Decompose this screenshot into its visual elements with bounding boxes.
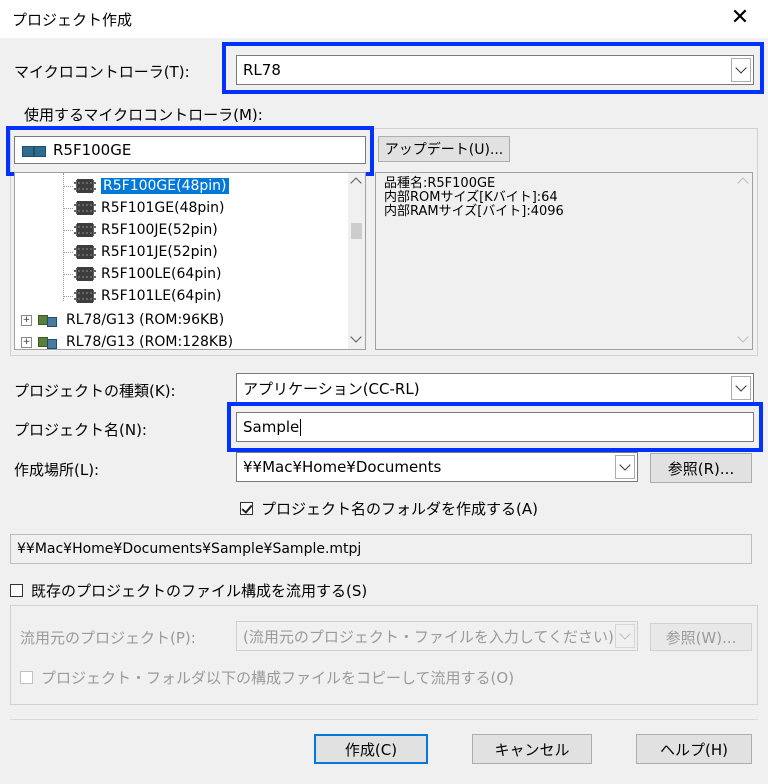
make-folder-checkbox[interactable] (240, 502, 253, 515)
mcu-search-value: R5F100GE (53, 141, 132, 159)
text-cursor (300, 418, 302, 436)
cancel-button[interactable]: キャンセル (472, 734, 592, 764)
list-item[interactable]: + RL78/G13 (ROM:96KB) (21, 309, 224, 331)
scroll-down-icon[interactable] (737, 331, 749, 343)
tree-item-label: R5F100JE(52pin) (101, 222, 218, 238)
project-name-label: プロジェクト名(N): (14, 421, 147, 439)
info-line: 内部RAMサイズ[バイト]:4096 (384, 204, 564, 219)
location-value: ¥¥Mac¥Home¥Documents (243, 458, 442, 476)
info-line: 内部ROMサイズ[Kバイト]:64 (384, 190, 558, 205)
list-item[interactable]: R5F100LE(64pin) (15, 263, 221, 285)
tree-item-label: R5F101JE(52pin) (101, 244, 218, 260)
chevron-down-icon[interactable] (615, 624, 635, 648)
tree-scrollbar[interactable] (348, 173, 365, 349)
board-icon (38, 312, 60, 328)
reuse-checkbox[interactable] (10, 584, 23, 597)
path-preview-field: ¥¥Mac¥Home¥Documents¥Sample¥Sample.mtpj (10, 534, 752, 564)
project-name-input[interactable]: Sample (236, 412, 754, 442)
chip-icon (74, 289, 96, 303)
mcu-tree-list[interactable]: R5F100GE(48pin) R5F101GE(48pin) R5F100JE… (14, 172, 366, 350)
expand-icon[interactable]: + (21, 336, 32, 348)
scroll-up-icon[interactable] (350, 177, 362, 189)
binoculars-icon (21, 142, 47, 158)
expand-icon[interactable]: + (21, 314, 32, 326)
list-item[interactable]: R5F101LE(64pin) (15, 285, 221, 307)
make-folder-label: プロジェクト名のフォルダを作成する(A) (261, 500, 538, 518)
tree-group-label: RL78/G13 (ROM:96KB) (66, 312, 225, 328)
chevron-down-icon[interactable] (731, 376, 751, 400)
window-title: プロジェクト作成 (12, 11, 133, 29)
tree-item-label: R5F101GE(48pin) (101, 200, 225, 216)
reuse-checkbox-row[interactable]: 既存のプロジェクトのファイル構成を流用する(S) (10, 580, 367, 601)
help-button[interactable]: ヘルプ(H) (636, 734, 752, 764)
chevron-down-icon[interactable] (615, 455, 635, 479)
mcu-label: マイクロコントローラ(T): (14, 63, 190, 81)
mcu-search-input[interactable]: R5F100GE (14, 136, 366, 164)
project-type-label: プロジェクトの種類(K): (14, 382, 176, 400)
divider (10, 719, 758, 720)
location-label: 作成場所(L): (14, 461, 100, 479)
reuse-group-panel (10, 605, 758, 705)
create-button[interactable]: 作成(C) (314, 734, 428, 764)
mcu-info-box: 品種名:R5F100GE 内部ROMサイズ[Kバイト]:64 内部RAMサイズ[… (375, 172, 753, 350)
project-name-value: Sample (243, 418, 300, 436)
list-item[interactable]: R5F101GE(48pin) (15, 197, 225, 219)
tree-item-label: R5F100LE(64pin) (101, 266, 222, 282)
chip-icon (74, 201, 96, 215)
mcu-value: RL78 (243, 61, 281, 79)
use-mcu-label: 使用するマイクロコントローラ(M): (24, 106, 263, 124)
tree-item-label: R5F101LE(64pin) (101, 288, 222, 304)
scroll-down-icon[interactable] (350, 331, 362, 343)
copy-files-checkbox-row[interactable]: プロジェクト・フォルダ以下の構成ファイルをコピーして流用する(O) (20, 667, 514, 688)
project-type-select[interactable]: アプリケーション(CC-RL) (236, 373, 754, 403)
copy-files-label: プロジェクト・フォルダ以下の構成ファイルをコピーして流用する(O) (41, 669, 515, 687)
source-project-label: 流用元のプロジェクト(P): (20, 629, 196, 647)
browse-location-button[interactable]: 参照(R)... (650, 453, 752, 483)
list-item[interactable]: R5F100GE(48pin) (15, 175, 229, 197)
copy-files-checkbox[interactable] (20, 671, 33, 684)
mcu-combobox[interactable]: RL78 (236, 55, 754, 85)
source-project-placeholder: (流用元のプロジェクト・ファイルを入力してください) (243, 627, 614, 646)
source-project-input[interactable]: (流用元のプロジェクト・ファイルを入力してください) (236, 621, 638, 651)
board-icon (38, 334, 60, 349)
info-scrollbar[interactable] (735, 173, 752, 349)
scroll-thumb[interactable] (351, 223, 362, 239)
tree-item-label: R5F100GE(48pin) (101, 178, 229, 194)
update-button[interactable]: アップデート(U)... (378, 136, 510, 162)
project-type-value: アプリケーション(CC-RL) (243, 379, 420, 398)
tree-group-label: RL78/G13 (ROM:128KB) (66, 334, 234, 350)
chevron-down-icon[interactable] (731, 58, 751, 82)
reuse-label: 既存のプロジェクトのファイル構成を流用する(S) (31, 582, 368, 600)
chip-icon (74, 179, 96, 193)
scroll-up-icon[interactable] (737, 177, 749, 189)
browse-source-button[interactable]: 参照(W)... (650, 623, 752, 651)
location-combobox[interactable]: ¥¥Mac¥Home¥Documents (236, 452, 638, 482)
chip-icon (74, 267, 96, 281)
close-icon[interactable]: ✕ (726, 4, 754, 32)
list-item[interactable]: R5F101JE(52pin) (15, 241, 218, 263)
chip-icon (74, 223, 96, 237)
chip-icon (74, 245, 96, 259)
make-folder-checkbox-row[interactable]: プロジェクト名のフォルダを作成する(A) (240, 498, 538, 519)
list-item[interactable]: + RL78/G13 (ROM:128KB) (21, 331, 234, 350)
info-line: 品種名:R5F100GE (384, 176, 496, 191)
path-preview-value: ¥¥Mac¥Home¥Documents¥Sample¥Sample.mtpj (17, 541, 362, 557)
list-item[interactable]: R5F100JE(52pin) (15, 219, 218, 241)
